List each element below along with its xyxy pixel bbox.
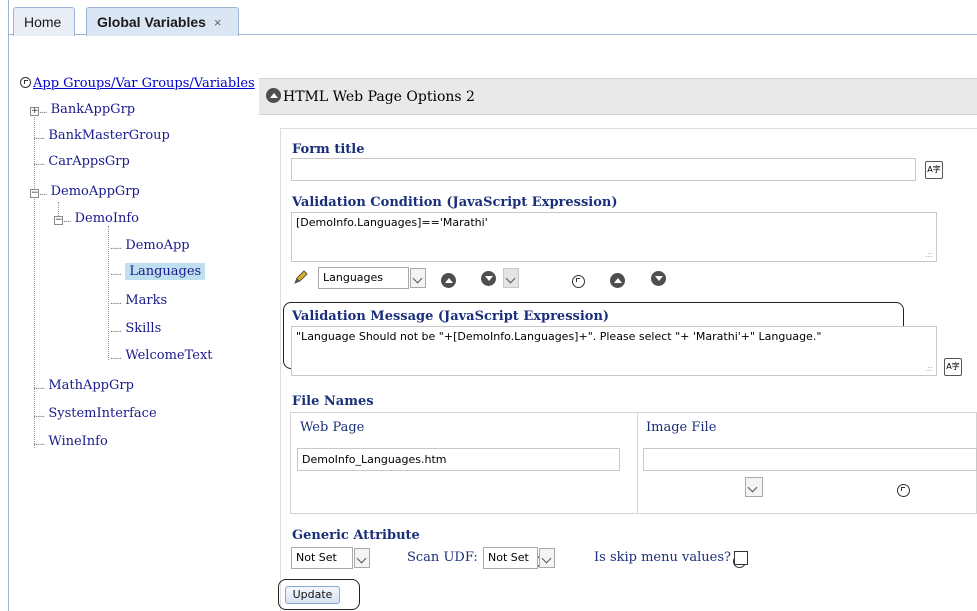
tree-item-wineinfo[interactable]: ...... WineInfo <box>33 434 108 449</box>
validation-message-textarea[interactable]: "Language Should not be "+[DemoInfo.Lang… <box>291 326 937 376</box>
tree-item-label: MathAppGrp <box>48 378 134 393</box>
collapse-icon[interactable]: − <box>54 216 63 225</box>
update-button-label: Update <box>292 588 333 601</box>
tree-connector <box>108 226 109 360</box>
panel-title[interactable]: HTML Web Page Options 2 <box>266 88 475 105</box>
refresh-icon[interactable] <box>896 484 910 497</box>
tree-item-label: WelcomeText <box>125 348 213 363</box>
tree-item-label: Skills <box>125 321 162 336</box>
spell-check-icon[interactable]: A字 <box>944 358 962 376</box>
tab-global-variables-label: Global Variables <box>97 14 206 30</box>
left-border <box>8 35 9 611</box>
tree-item-mathappgrp[interactable]: ...... MathAppGrp <box>33 378 134 393</box>
tab-home-label: Home <box>24 14 62 30</box>
file-names-label: File Names <box>292 394 374 409</box>
image-file-input[interactable] <box>643 448 977 471</box>
collapse-icon[interactable]: − <box>30 189 39 198</box>
tree-item-bankappgrp[interactable]: +.... BankAppGrp <box>30 102 135 117</box>
collapse-panel-icon[interactable] <box>266 88 281 103</box>
move-down-icon[interactable] <box>650 271 666 286</box>
generic-attribute-select[interactable]: Not Set <box>291 547 353 569</box>
update-button[interactable]: Update <box>285 586 340 604</box>
tree-item-languages[interactable]: ...... Languages <box>110 263 206 280</box>
chevron-down-icon[interactable] <box>410 268 426 288</box>
skip-menu-checkbox[interactable] <box>734 551 748 565</box>
tree-item-label: BankAppGrp <box>50 102 136 117</box>
generic-attribute-label: Generic Attribute <box>292 528 420 543</box>
panel-title-label: HTML Web Page Options 2 <box>283 89 475 105</box>
tree-item-label: Marks <box>125 293 168 308</box>
chevron-down-icon[interactable] <box>503 268 519 288</box>
tree-item-label: DemoInfo <box>74 211 140 226</box>
web-page-input[interactable] <box>297 448 620 471</box>
tree-item-marks[interactable]: ...... Marks <box>110 293 167 308</box>
validation-message-label: Validation Message (JavaScript Expressio… <box>292 309 610 324</box>
generic-attribute-value: Not Set <box>296 551 337 564</box>
scan-udf-value: Not Set <box>488 551 529 564</box>
move-up-icon[interactable] <box>441 273 456 288</box>
tree-item-label: DemoApp <box>125 238 190 253</box>
chevron-down-icon[interactable] <box>354 548 370 568</box>
validation-message-value: "Language Should not be "+[DemoInfo.Lang… <box>296 330 822 343</box>
form-title-input[interactable] <box>291 158 916 181</box>
expand-icon[interactable]: + <box>30 107 39 116</box>
tree-item-label: BankMasterGroup <box>48 128 170 143</box>
tab-global-variables[interactable]: Global Variables × <box>86 7 239 36</box>
web-page-label: Web Page <box>300 420 365 435</box>
validation-condition-label: Validation Condition (JavaScript Express… <box>292 195 618 210</box>
validation-condition-value: [DemoInfo.Languages]=='Marathi' <box>296 216 488 229</box>
pencil-icon[interactable] <box>292 268 310 286</box>
chevron-down-icon[interactable] <box>539 548 555 568</box>
chevron-down-icon[interactable] <box>745 477 763 497</box>
tree-root-label: App Groups/Var Groups/Variables <box>33 76 255 91</box>
scan-udf-label: Scan UDF: <box>407 550 478 565</box>
tree-item-demoapp[interactable]: ...... DemoApp <box>110 238 190 253</box>
tree-item-bankmastergroup[interactable]: ...... BankMasterGroup <box>33 128 170 143</box>
tree-item-skills[interactable]: ...... Skills <box>110 321 161 336</box>
close-icon[interactable]: × <box>214 15 222 30</box>
tree-item-demoappgrp[interactable]: −.... DemoAppGrp <box>30 184 140 199</box>
tree-item-systeminterface[interactable]: ...... SystemInterface <box>33 406 157 421</box>
image-file-label: Image File <box>646 420 717 435</box>
form-title-label: Form title <box>292 142 365 157</box>
variable-select[interactable]: Languages <box>318 267 409 289</box>
variable-select-value: Languages <box>323 271 384 284</box>
spell-check-icon[interactable]: A字 <box>925 161 943 179</box>
column-divider <box>637 412 638 514</box>
tree-item-carappsgrp[interactable]: ...... CarAppsGrp <box>33 154 130 169</box>
tree-item-label: CarAppsGrp <box>48 154 130 169</box>
tab-home[interactable]: Home <box>13 7 75 36</box>
skip-menu-label: Is skip menu values? <box>594 550 731 565</box>
tree-item-label: WineInfo <box>48 434 108 449</box>
validation-condition-textarea[interactable]: [DemoInfo.Languages]=='Marathi' .:: <box>291 212 937 262</box>
tree-item-label: DemoAppGrp <box>50 184 140 199</box>
refresh-icon[interactable] <box>20 77 31 88</box>
tree-item-demoinfo[interactable]: −.... DemoInfo <box>54 211 139 226</box>
tree-item-label: Languages <box>125 263 206 280</box>
tree-root[interactable]: App Groups/Var Groups/Variables <box>20 76 255 91</box>
scan-udf-select[interactable]: Not Set <box>483 547 538 569</box>
tree-item-welcometext[interactable]: ...... WelcomeText <box>110 348 213 363</box>
tree-item-label: SystemInterface <box>48 406 157 421</box>
